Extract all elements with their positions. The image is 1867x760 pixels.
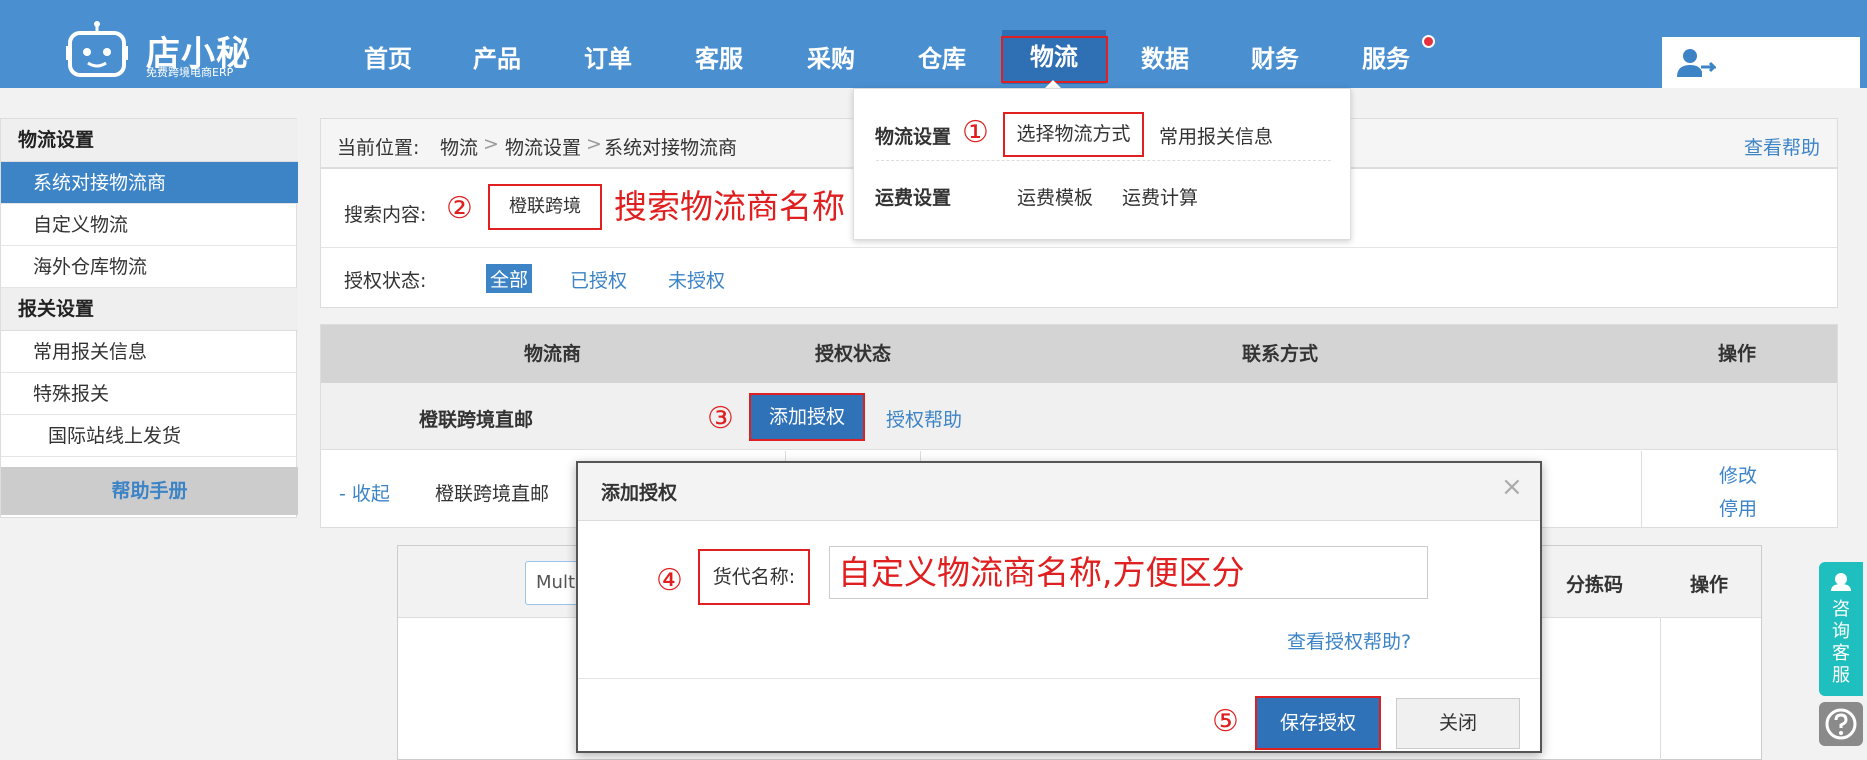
breadcrumb-logistics-settings[interactable]: 物流设置: [505, 133, 581, 160]
disable-link[interactable]: 停用: [1719, 494, 1757, 521]
menu-item-freight-template[interactable]: 运费模板: [1017, 183, 1093, 210]
carrier-name: 橙联跨境直邮: [419, 409, 534, 431]
nav-orders[interactable]: 订单: [563, 34, 653, 84]
question-icon[interactable]: [1819, 702, 1863, 746]
sidebar-item-overseas-warehouse[interactable]: 海外仓库物流: [1, 246, 298, 288]
auth-filter-authorized[interactable]: 已授权: [570, 266, 627, 293]
divider: [578, 678, 1540, 679]
help-link[interactable]: 查看帮助: [1744, 133, 1820, 160]
nav-customer-service[interactable]: 客服: [674, 34, 764, 84]
auth-filter-unauthorized[interactable]: 未授权: [668, 266, 725, 293]
breadcrumb-separator: >: [483, 133, 499, 155]
robot-logo-icon: [66, 21, 128, 77]
forwarder-name-input[interactable]: 自定义物流商名称,方便区分: [829, 546, 1428, 599]
dropdown-section-freight: 运费设置: [875, 187, 952, 209]
modal-title: 添加授权: [601, 482, 678, 504]
column-header-actions: 操作: [1718, 343, 1757, 365]
table-header: 物流商 授权状态 联系方式 操作: [321, 325, 1837, 383]
consult-service-button[interactable]: 咨询客服: [1819, 562, 1863, 696]
add-auth-button[interactable]: 添加授权: [749, 393, 865, 441]
notification-dot: [1422, 35, 1435, 48]
breadcrumb-current: 系统对接物流商: [604, 137, 738, 159]
modal-close-button[interactable]: 关闭: [1396, 698, 1520, 749]
column-header-carrier: 物流商: [524, 343, 582, 365]
search-input[interactable]: 橙联跨境: [488, 184, 602, 230]
nav-products[interactable]: 产品: [452, 34, 542, 84]
table-row: [321, 383, 1837, 450]
step-3-marker: ③: [707, 401, 734, 436]
field-label-forwarder-name: 货代名称:: [698, 549, 810, 605]
nav-purchase[interactable]: 采购: [786, 34, 876, 84]
user-icon[interactable]: [1676, 47, 1716, 79]
search-annotation: 搜索物流商名称: [614, 187, 845, 226]
menu-item-select-shipping-method[interactable]: 选择物流方式: [1003, 112, 1144, 157]
nav-logistics-highlight: [1001, 36, 1108, 83]
breadcrumb-logistics[interactable]: 物流: [440, 133, 478, 160]
dropdown-section-logistics: 物流设置: [875, 126, 952, 148]
cell-divider: [1641, 451, 1642, 527]
column-header-contact: 联系方式: [1242, 343, 1319, 365]
sidebar-item-custom-logistics[interactable]: 自定义物流: [1, 204, 298, 246]
divider: [876, 160, 1331, 161]
sub-carrier-name: 橙联跨境直邮: [435, 483, 550, 505]
cell-divider: [1660, 618, 1661, 760]
sidebar: 物流设置 系统对接物流商 自定义物流 海外仓库物流 报关设置 常用报关信息 特殊…: [0, 118, 298, 518]
modal-header: [578, 463, 1540, 521]
sidebar-section-customs: 报关设置: [1, 288, 298, 331]
sidebar-help-manual[interactable]: 帮助手册: [1, 467, 298, 515]
nav-finance[interactable]: 财务: [1230, 34, 1320, 84]
sidebar-item-system-carriers[interactable]: 系统对接物流商: [1, 162, 298, 204]
step-2-marker: ②: [446, 191, 473, 226]
sidebar-section-logistics: 物流设置: [1, 119, 298, 162]
menu-item-freight-calculator[interactable]: 运费计算: [1122, 183, 1198, 210]
sidebar-item-special-customs[interactable]: 特殊报关: [1, 373, 298, 415]
auth-help-question-link[interactable]: 查看授权帮助?: [1287, 627, 1411, 654]
auth-filter-all[interactable]: 全部: [486, 264, 533, 293]
auth-help-link[interactable]: 授权帮助: [886, 405, 962, 432]
divider: [321, 247, 1837, 248]
logistics-dropdown-menu: [853, 88, 1351, 240]
step-5-marker: ⑤: [1212, 704, 1239, 739]
headset-icon: [1831, 573, 1851, 591]
forwarder-name-annotation: 自定义物流商名称,方便区分: [838, 553, 1245, 592]
logo[interactable]: 店小秘 免费跨境电商ERP: [62, 12, 252, 80]
consult-label: 咨询客服: [1832, 599, 1850, 686]
breadcrumb-prefix: 当前位置:: [337, 137, 420, 159]
edit-link[interactable]: 修改: [1719, 461, 1757, 488]
menu-item-customs-info[interactable]: 常用报关信息: [1159, 122, 1273, 149]
sidebar-item-customs-info[interactable]: 常用报关信息: [1, 331, 298, 373]
step-1-marker: ①: [962, 115, 989, 150]
nav-data[interactable]: 数据: [1120, 34, 1210, 84]
question-glyph: [1825, 708, 1857, 740]
logo-subtitle: 免费跨境电商ERP: [146, 66, 234, 79]
search-label: 搜索内容:: [344, 204, 427, 226]
breadcrumb-separator: >: [586, 133, 602, 155]
column-header-sub-actions: 操作: [1690, 574, 1729, 596]
collapse-link[interactable]: - 收起: [339, 479, 390, 506]
save-auth-button[interactable]: 保存授权: [1255, 696, 1381, 750]
sidebar-item-intl-online-shipping[interactable]: 国际站线上发货: [1, 415, 298, 457]
nav-warehouse[interactable]: 仓库: [897, 34, 987, 84]
modal-close-icon[interactable]: ×: [1501, 472, 1523, 502]
nav-home[interactable]: 首页: [343, 34, 433, 84]
column-header-auth-status: 授权状态: [815, 343, 892, 365]
step-4-marker: ④: [656, 563, 683, 598]
nav-services[interactable]: 服务: [1341, 34, 1431, 84]
auth-status-label: 授权状态:: [344, 270, 427, 292]
column-header-sort-code: 分拣码: [1566, 574, 1624, 596]
